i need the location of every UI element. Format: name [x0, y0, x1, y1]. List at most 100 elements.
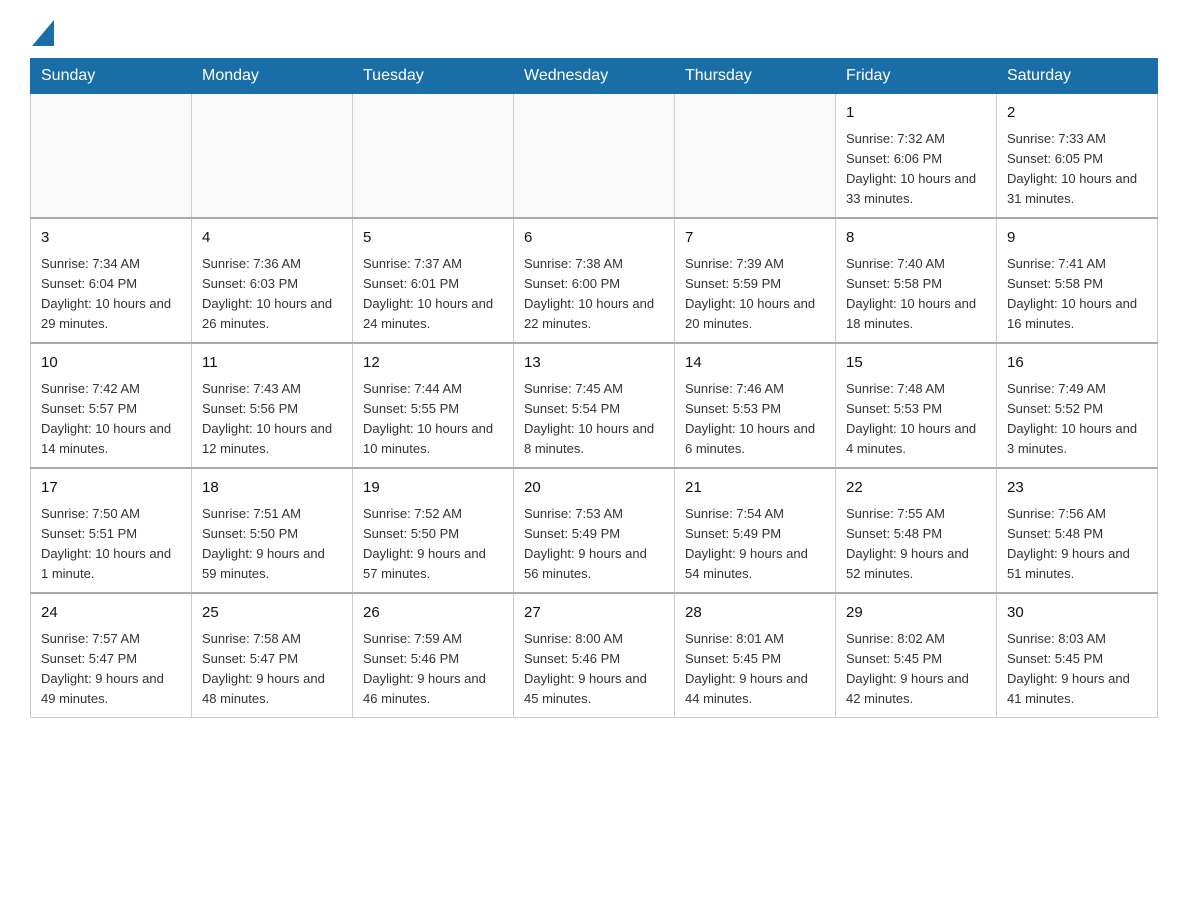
- calendar-week-row: 3 Sunrise: 7:34 AM Sunset: 6:04 PM Daylig…: [31, 218, 1158, 343]
- day-number: 1: [846, 102, 986, 125]
- calendar-week-row: 24 Sunrise: 7:57 AM Sunset: 5:47 PM Dayli…: [31, 593, 1158, 718]
- calendar-cell: 15 Sunrise: 7:48 AM Sunset: 5:53 PM Dayli…: [836, 343, 997, 468]
- day-number: 16: [1007, 352, 1147, 375]
- day-number: 30: [1007, 602, 1147, 625]
- day-number: 25: [202, 602, 342, 625]
- day-info: Sunrise: 7:45 AM Sunset: 5:54 PM Dayligh…: [524, 379, 664, 460]
- calendar-cell: [514, 94, 675, 219]
- logo-triangle-icon: [32, 20, 54, 46]
- calendar-cell: 16 Sunrise: 7:49 AM Sunset: 5:52 PM Dayli…: [997, 343, 1158, 468]
- day-number: 17: [41, 477, 181, 500]
- day-number: 8: [846, 227, 986, 250]
- calendar-cell: 20 Sunrise: 7:53 AM Sunset: 5:49 PM Dayli…: [514, 468, 675, 593]
- day-info: Sunrise: 7:57 AM Sunset: 5:47 PM Dayligh…: [41, 629, 181, 710]
- calendar-cell: [675, 94, 836, 219]
- calendar-cell: [353, 94, 514, 219]
- calendar-cell: 2 Sunrise: 7:33 AM Sunset: 6:05 PM Daylig…: [997, 94, 1158, 219]
- calendar-cell: 24 Sunrise: 7:57 AM Sunset: 5:47 PM Dayli…: [31, 593, 192, 718]
- calendar-cell: 17 Sunrise: 7:50 AM Sunset: 5:51 PM Dayli…: [31, 468, 192, 593]
- day-info: Sunrise: 8:01 AM Sunset: 5:45 PM Dayligh…: [685, 629, 825, 710]
- calendar-cell: 29Sunrise: 8:02 AM Sunset: 5:45 PM Dayli…: [836, 593, 997, 718]
- day-info: Sunrise: 7:48 AM Sunset: 5:53 PM Dayligh…: [846, 379, 986, 460]
- day-info: Sunrise: 7:44 AM Sunset: 5:55 PM Dayligh…: [363, 379, 503, 460]
- day-number: 20: [524, 477, 664, 500]
- page-header: [30, 20, 1158, 48]
- day-info: Sunrise: 8:03 AM Sunset: 5:45 PM Dayligh…: [1007, 629, 1147, 710]
- day-info: Sunrise: 7:32 AM Sunset: 6:06 PM Dayligh…: [846, 129, 986, 210]
- day-number: 6: [524, 227, 664, 250]
- day-number: 24: [41, 602, 181, 625]
- calendar-cell: 18Sunrise: 7:51 AM Sunset: 5:50 PM Dayli…: [192, 468, 353, 593]
- day-number: 23: [1007, 477, 1147, 500]
- calendar-cell: 21Sunrise: 7:54 AM Sunset: 5:49 PM Dayli…: [675, 468, 836, 593]
- day-number: 27: [524, 602, 664, 625]
- day-number: 22: [846, 477, 986, 500]
- calendar-cell: 10 Sunrise: 7:42 AM Sunset: 5:57 PM Dayli…: [31, 343, 192, 468]
- day-info: Sunrise: 7:42 AM Sunset: 5:57 PM Dayligh…: [41, 379, 181, 460]
- calendar-cell: 1 Sunrise: 7:32 AM Sunset: 6:06 PM Daylig…: [836, 94, 997, 219]
- day-number: 3: [41, 227, 181, 250]
- calendar-cell: 30 Sunrise: 8:03 AM Sunset: 5:45 PM Dayli…: [997, 593, 1158, 718]
- day-info: Sunrise: 7:54 AM Sunset: 5:49 PM Dayligh…: [685, 504, 825, 585]
- day-number: 2: [1007, 102, 1147, 125]
- calendar-cell: 23 Sunrise: 7:56 AM Sunset: 5:48 PM Dayli…: [997, 468, 1158, 593]
- day-info: Sunrise: 7:52 AM Sunset: 5:50 PM Dayligh…: [363, 504, 503, 585]
- calendar-cell: 5Sunrise: 7:37 AM Sunset: 6:01 PM Daylig…: [353, 218, 514, 343]
- col-header-sunday: Sunday: [31, 59, 192, 94]
- calendar-cell: 8 Sunrise: 7:40 AM Sunset: 5:58 PM Daylig…: [836, 218, 997, 343]
- col-header-monday: Monday: [192, 59, 353, 94]
- calendar-cell: 12Sunrise: 7:44 AM Sunset: 5:55 PM Dayli…: [353, 343, 514, 468]
- day-info: Sunrise: 7:33 AM Sunset: 6:05 PM Dayligh…: [1007, 129, 1147, 210]
- day-info: Sunrise: 7:34 AM Sunset: 6:04 PM Dayligh…: [41, 254, 181, 335]
- calendar-cell: 26 Sunrise: 7:59 AM Sunset: 5:46 PM Dayli…: [353, 593, 514, 718]
- calendar-header-row: SundayMondayTuesdayWednesdayThursdayFrid…: [31, 59, 1158, 94]
- calendar-cell: 25 Sunrise: 7:58 AM Sunset: 5:47 PM Dayli…: [192, 593, 353, 718]
- calendar-cell: 19 Sunrise: 7:52 AM Sunset: 5:50 PM Dayli…: [353, 468, 514, 593]
- col-header-saturday: Saturday: [997, 59, 1158, 94]
- day-info: Sunrise: 7:46 AM Sunset: 5:53 PM Dayligh…: [685, 379, 825, 460]
- calendar-cell: 11 Sunrise: 7:43 AM Sunset: 5:56 PM Dayli…: [192, 343, 353, 468]
- day-number: 5: [363, 227, 503, 250]
- day-info: Sunrise: 7:59 AM Sunset: 5:46 PM Dayligh…: [363, 629, 503, 710]
- day-info: Sunrise: 7:49 AM Sunset: 5:52 PM Dayligh…: [1007, 379, 1147, 460]
- day-number: 14: [685, 352, 825, 375]
- day-info: Sunrise: 7:56 AM Sunset: 5:48 PM Dayligh…: [1007, 504, 1147, 585]
- day-number: 10: [41, 352, 181, 375]
- calendar-cell: [192, 94, 353, 219]
- calendar-cell: 7 Sunrise: 7:39 AM Sunset: 5:59 PM Daylig…: [675, 218, 836, 343]
- day-info: Sunrise: 7:38 AM Sunset: 6:00 PM Dayligh…: [524, 254, 664, 335]
- col-header-wednesday: Wednesday: [514, 59, 675, 94]
- logo: [30, 20, 54, 48]
- day-info: Sunrise: 7:58 AM Sunset: 5:47 PM Dayligh…: [202, 629, 342, 710]
- day-number: 11: [202, 352, 342, 375]
- calendar-cell: 22 Sunrise: 7:55 AM Sunset: 5:48 PM Dayli…: [836, 468, 997, 593]
- calendar-week-row: 10 Sunrise: 7:42 AM Sunset: 5:57 PM Dayli…: [31, 343, 1158, 468]
- calendar-cell: 4 Sunrise: 7:36 AM Sunset: 6:03 PM Daylig…: [192, 218, 353, 343]
- day-info: Sunrise: 7:39 AM Sunset: 5:59 PM Dayligh…: [685, 254, 825, 335]
- day-number: 4: [202, 227, 342, 250]
- calendar-cell: 28 Sunrise: 8:01 AM Sunset: 5:45 PM Dayli…: [675, 593, 836, 718]
- day-number: 18: [202, 477, 342, 500]
- day-info: Sunrise: 7:40 AM Sunset: 5:58 PM Dayligh…: [846, 254, 986, 335]
- calendar-cell: 3 Sunrise: 7:34 AM Sunset: 6:04 PM Daylig…: [31, 218, 192, 343]
- day-info: Sunrise: 7:53 AM Sunset: 5:49 PM Dayligh…: [524, 504, 664, 585]
- calendar-cell: 9 Sunrise: 7:41 AM Sunset: 5:58 PM Daylig…: [997, 218, 1158, 343]
- day-number: 15: [846, 352, 986, 375]
- calendar-cell: [31, 94, 192, 219]
- day-info: Sunrise: 7:36 AM Sunset: 6:03 PM Dayligh…: [202, 254, 342, 335]
- calendar-cell: 6 Sunrise: 7:38 AM Sunset: 6:00 PM Daylig…: [514, 218, 675, 343]
- day-info: Sunrise: 7:43 AM Sunset: 5:56 PM Dayligh…: [202, 379, 342, 460]
- day-number: 9: [1007, 227, 1147, 250]
- day-info: Sunrise: 7:50 AM Sunset: 5:51 PM Dayligh…: [41, 504, 181, 585]
- day-number: 29: [846, 602, 986, 625]
- calendar-cell: 13 Sunrise: 7:45 AM Sunset: 5:54 PM Dayli…: [514, 343, 675, 468]
- day-number: 28: [685, 602, 825, 625]
- day-number: 26: [363, 602, 503, 625]
- day-info: Sunrise: 7:41 AM Sunset: 5:58 PM Dayligh…: [1007, 254, 1147, 335]
- day-number: 13: [524, 352, 664, 375]
- day-number: 7: [685, 227, 825, 250]
- calendar-week-row: 1 Sunrise: 7:32 AM Sunset: 6:06 PM Daylig…: [31, 94, 1158, 219]
- day-info: Sunrise: 7:55 AM Sunset: 5:48 PM Dayligh…: [846, 504, 986, 585]
- day-number: 19: [363, 477, 503, 500]
- calendar-cell: 27Sunrise: 8:00 AM Sunset: 5:46 PM Dayli…: [514, 593, 675, 718]
